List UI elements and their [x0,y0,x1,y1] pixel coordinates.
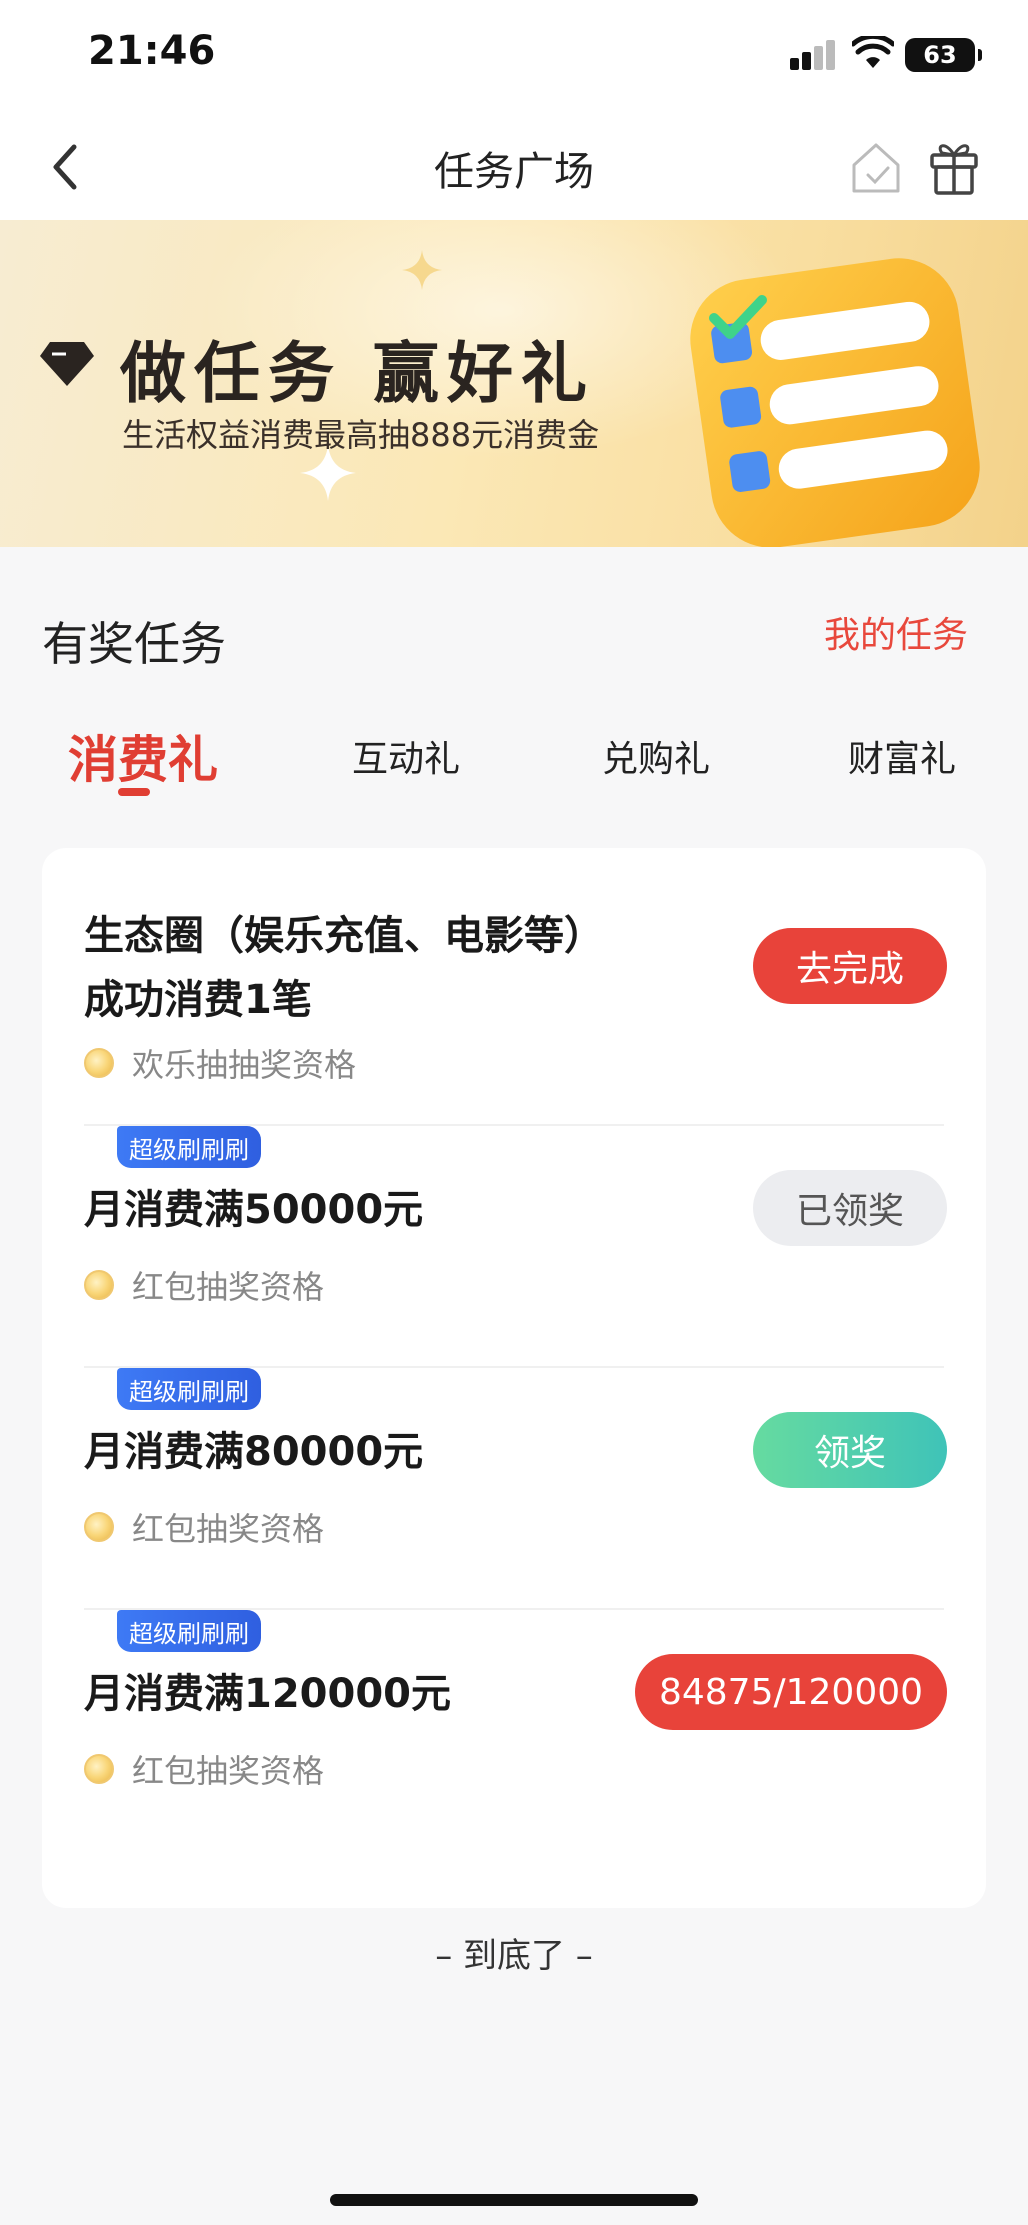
wifi-icon [852,36,894,68]
gift-icon[interactable] [926,135,982,197]
end-of-list-text: – 到底了 – [435,1936,593,1976]
banner-title: 做任务 赢好礼 [120,335,595,412]
banner-subtitle: 生活权益消费最高抽888元消费金 [122,416,600,454]
diamond-icon [40,342,94,386]
sparkle-icon [402,250,442,290]
tab-wealth[interactable]: 财富礼 [848,730,956,782]
claimed-button[interactable]: 已领奖 [753,1170,947,1246]
task-reward: 欢乐抽抽奖资格 [84,1040,356,1086]
status-bar: 21:46 63 [0,0,1028,115]
task-item: 生态圈（娱乐充值、电影等） 成功消费1笔 欢乐抽抽奖资格 去完成 [42,848,986,1118]
task-reward-label: 红包抽奖资格 [132,1752,325,1790]
coin-icon [84,1048,114,1078]
coin-icon [84,1270,114,1300]
coin-icon [84,1512,114,1542]
section-title: 有奖任务 [42,617,226,671]
go-complete-button[interactable]: 去完成 [753,928,947,1004]
home-indicator[interactable] [330,2194,698,2206]
home-check-icon[interactable] [848,137,904,197]
tab-exchange[interactable]: 兑购礼 [602,730,710,782]
progress-button[interactable]: 84875/120000 [635,1654,947,1730]
cellular-signal-icon [790,40,840,70]
task-title-line2: 成功消费1笔 [84,977,312,1023]
tab-interaction[interactable]: 互动礼 [352,730,460,782]
task-item: 月消费满120000元 红包抽奖资格 84875/120000 [42,1610,986,1850]
status-time: 21:46 [88,28,216,74]
task-reward-label: 红包抽奖资格 [132,1268,325,1306]
nav-bar: 任务广场 [0,115,1028,220]
coin-icon [84,1754,114,1784]
task-list-card: 生态圈（娱乐充值、电影等） 成功消费1笔 欢乐抽抽奖资格 去完成 超级刷刷刷 月… [42,848,986,1908]
tab-consumption[interactable]: 消费礼 [68,720,218,792]
task-reward: 红包抽奖资格 [84,1746,324,1792]
claim-reward-button[interactable]: 领奖 [753,1412,947,1488]
task-reward: 红包抽奖资格 [84,1504,324,1550]
tab-active-indicator [118,788,150,796]
task-item: 月消费满80000元 红包抽奖资格 领奖 [42,1368,986,1608]
task-reward-label: 欢乐抽抽奖资格 [132,1046,357,1084]
category-tabs: 消费礼 互动礼 兑购礼 财富礼 [0,720,1028,800]
task-title: 月消费满50000元 [84,1187,424,1233]
task-title: 月消费满120000元 [84,1671,451,1717]
my-tasks-link[interactable]: 我的任务 [824,606,968,658]
task-reward: 红包抽奖资格 [84,1262,324,1308]
task-title: 月消费满80000元 [84,1429,424,1475]
battery-indicator: 63 [905,38,982,72]
task-title: 生态圈（娱乐充值、电影等） [84,913,604,959]
task-checklist-icon [690,258,980,547]
promo-banner[interactable]: 做任务 赢好礼 生活权益消费最高抽888元消费金 [0,220,1028,547]
task-item: 月消费满50000元 红包抽奖资格 已领奖 [42,1126,986,1366]
task-reward-label: 红包抽奖资格 [132,1510,325,1548]
